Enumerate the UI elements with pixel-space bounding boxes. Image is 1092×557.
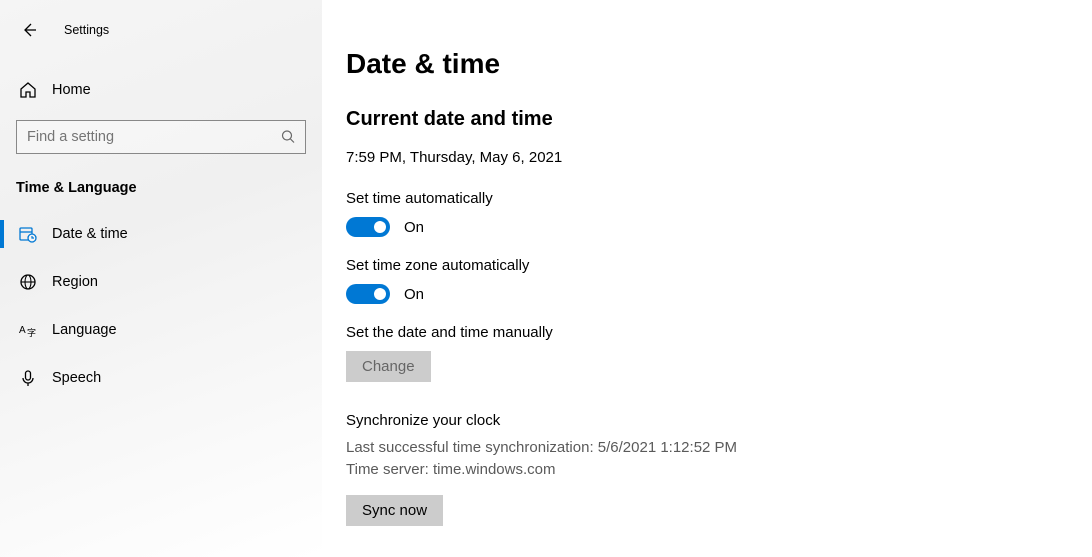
auto-time-toggle[interactable] bbox=[346, 217, 390, 237]
sync-info: Last successful time synchronization: 5/… bbox=[346, 437, 1092, 481]
svg-text:字: 字 bbox=[27, 327, 36, 338]
auto-time-state: On bbox=[404, 219, 424, 236]
globe-icon bbox=[18, 273, 38, 291]
home-icon bbox=[18, 81, 38, 99]
auto-tz-label: Set time zone automatically bbox=[346, 257, 1092, 274]
home-nav[interactable]: Home bbox=[0, 72, 322, 108]
nav-item-label: Region bbox=[52, 274, 98, 290]
language-icon: A字 bbox=[18, 321, 38, 339]
change-button[interactable]: Change bbox=[346, 351, 431, 382]
titlebar: Settings bbox=[0, 18, 322, 42]
auto-tz-row: On bbox=[346, 284, 1092, 304]
nav-region[interactable]: Region bbox=[0, 258, 322, 306]
sidebar: Settings Home Time & Language Date & tim… bbox=[0, 0, 322, 557]
microphone-icon bbox=[18, 369, 38, 387]
home-label: Home bbox=[52, 82, 91, 98]
sync-last: Last successful time synchronization: 5/… bbox=[346, 437, 1092, 459]
auto-time-label: Set time automatically bbox=[346, 190, 1092, 207]
auto-time-row: On bbox=[346, 217, 1092, 237]
sync-now-button[interactable]: Sync now bbox=[346, 495, 443, 526]
sync-server: Time server: time.windows.com bbox=[346, 459, 1092, 481]
arrow-left-icon bbox=[21, 22, 37, 38]
sync-section: Synchronize your clock Last successful t… bbox=[346, 412, 1092, 526]
search-container bbox=[16, 120, 306, 154]
manual-label: Set the date and time manually bbox=[346, 324, 1092, 341]
nav-list: Date & time Region A字 Language Speech bbox=[0, 210, 322, 402]
nav-item-label: Language bbox=[52, 322, 117, 338]
nav-language[interactable]: A字 Language bbox=[0, 306, 322, 354]
nav-speech[interactable]: Speech bbox=[0, 354, 322, 402]
back-button[interactable] bbox=[18, 19, 40, 41]
current-datetime: 7:59 PM, Thursday, May 6, 2021 bbox=[346, 149, 1092, 166]
nav-date-time[interactable]: Date & time bbox=[0, 210, 322, 258]
svg-text:A: A bbox=[19, 325, 26, 336]
nav-item-label: Speech bbox=[52, 370, 101, 386]
auto-tz-state: On bbox=[404, 286, 424, 303]
main-content: Date & time Current date and time 7:59 P… bbox=[322, 0, 1092, 557]
sync-heading: Synchronize your clock bbox=[346, 412, 1092, 429]
calendar-clock-icon bbox=[18, 225, 38, 243]
page-title: Date & time bbox=[346, 48, 1092, 80]
search-icon bbox=[281, 130, 296, 145]
current-heading: Current date and time bbox=[346, 108, 1092, 131]
section-title: Time & Language bbox=[16, 180, 322, 196]
auto-tz-toggle[interactable] bbox=[346, 284, 390, 304]
nav-item-label: Date & time bbox=[52, 226, 128, 242]
search-input[interactable] bbox=[16, 120, 306, 154]
app-title: Settings bbox=[64, 23, 109, 37]
